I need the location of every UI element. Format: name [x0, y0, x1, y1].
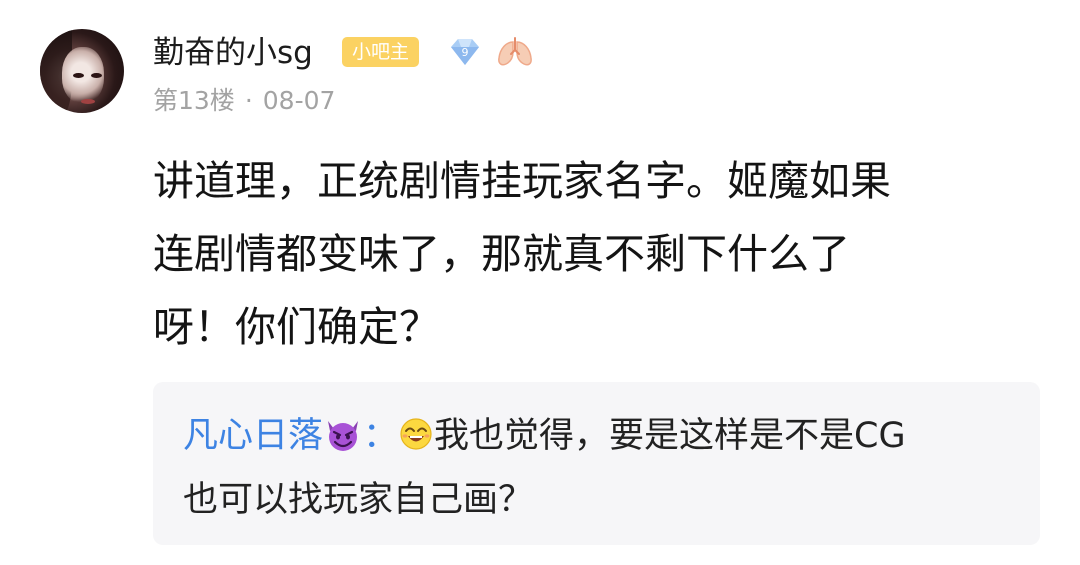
reply-colon: ：: [363, 416, 399, 456]
avatar-eye: [91, 73, 102, 78]
diamond-level-icon: 9: [451, 39, 479, 65]
sub-reply-text: 凡心日落 ： 我也觉得，要是这样是不是CG 也可以找玩家自己画？: [183, 404, 1023, 532]
username[interactable]: 勤奋的小sg: [153, 33, 313, 73]
post-meta: 第13楼 · 08-07: [153, 84, 335, 118]
meta-separator: ·: [244, 86, 253, 115]
avatar-eye: [73, 73, 84, 78]
reply-username[interactable]: 凡心日落: [183, 416, 323, 456]
laughing-face-icon: [400, 418, 432, 450]
moderator-badge: 小吧主: [342, 37, 420, 67]
avatar-lip: [81, 99, 95, 104]
post-date: 08-07: [262, 86, 336, 115]
reply-text-line: 我也觉得，要是这样是不是CG: [434, 416, 906, 456]
content-line: 呀！你们确定？: [153, 303, 440, 351]
purple-devil-icon: [328, 421, 359, 451]
lung-icon: [498, 37, 532, 66]
sub-reply[interactable]: 凡心日落 ： 我也觉得，要是这样是不是CG 也可以找玩家自己画？: [153, 382, 1040, 545]
level-number: 9: [462, 46, 469, 59]
content-line: 连剧情都变味了，那就真不剩下什么了: [153, 230, 850, 278]
user-avatar[interactable]: [40, 29, 124, 113]
floor-number: 第13楼: [153, 86, 235, 115]
content-line: 讲道理，正统剧情挂玩家名字。姬魔如果: [153, 157, 891, 205]
reply-text-line: 也可以找玩家自己画？: [183, 480, 534, 520]
post-content: 讲道理，正统剧情挂玩家名字。姬魔如果 连剧情都变味了，那就真不剩下什么了 呀！你…: [153, 145, 1043, 364]
